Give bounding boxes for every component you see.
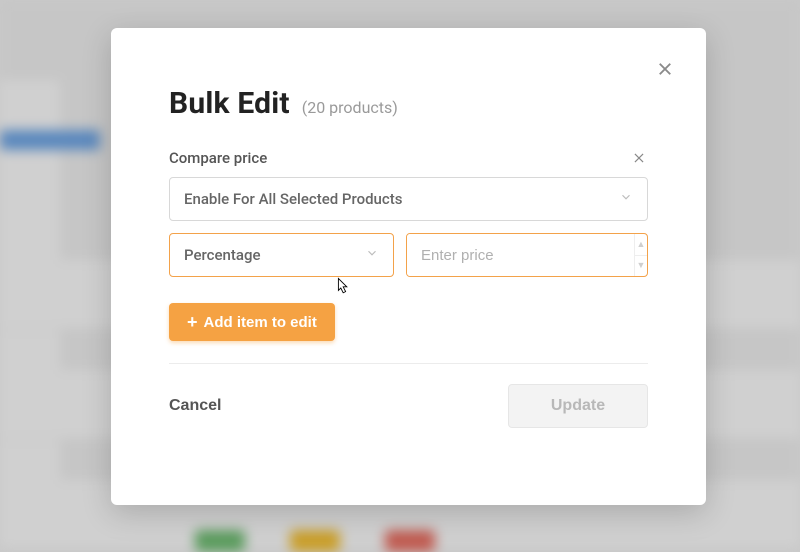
update-button[interactable]: Update — [508, 384, 648, 428]
price-input[interactable] — [407, 234, 634, 276]
type-select-value: Percentage — [184, 246, 261, 264]
add-item-label: Add item to edit — [204, 314, 317, 331]
cancel-button[interactable]: Cancel — [169, 397, 221, 415]
field-label: Compare price — [169, 149, 267, 167]
step-down-button[interactable]: ▼ — [635, 256, 647, 277]
enable-select-value: Enable For All Selected Products — [184, 190, 402, 208]
enable-select[interactable]: Enable For All Selected Products — [169, 177, 648, 221]
close-icon — [656, 60, 674, 78]
add-item-button[interactable]: + Add item to edit — [169, 303, 335, 341]
close-icon — [632, 151, 646, 165]
step-up-button[interactable]: ▲ — [635, 234, 647, 256]
number-spinners: ▲ ▼ — [634, 234, 647, 276]
chevron-down-icon — [365, 246, 379, 264]
bulk-edit-modal: Bulk Edit (20 products) Compare price En… — [111, 28, 706, 505]
price-input-wrapper: ▲ ▼ — [406, 233, 648, 277]
close-button[interactable] — [652, 56, 678, 82]
remove-field-button[interactable] — [630, 149, 648, 167]
plus-icon: + — [187, 313, 198, 331]
modal-footer: Cancel Update — [111, 364, 706, 428]
modal-subtitle: (20 products) — [302, 98, 398, 117]
field-block: Compare price Enable For All Selected Pr… — [111, 121, 706, 277]
chevron-down-icon — [619, 190, 633, 208]
type-select[interactable]: Percentage — [169, 233, 394, 277]
modal-title: Bulk Edit — [169, 86, 290, 121]
modal-header: Bulk Edit (20 products) — [111, 28, 706, 121]
